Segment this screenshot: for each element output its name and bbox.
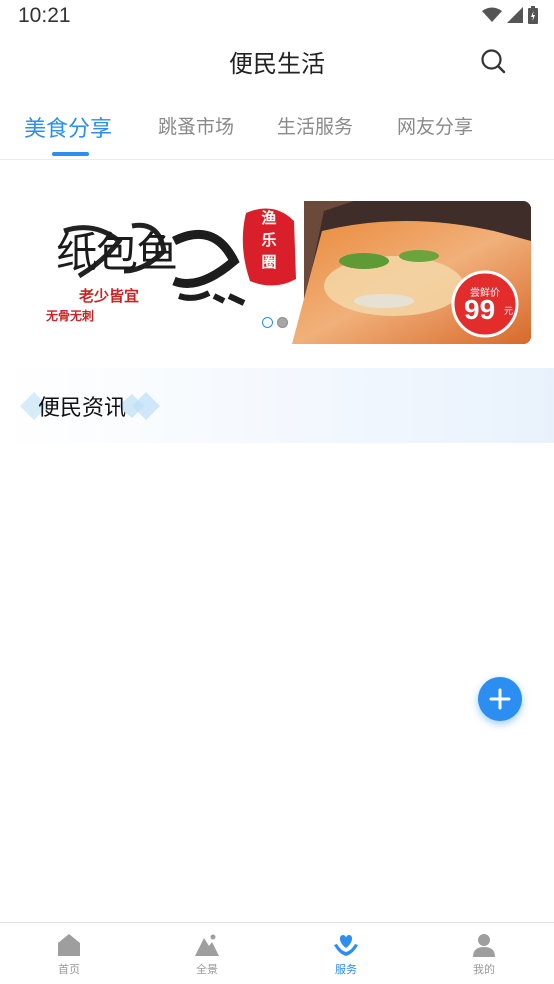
- news-title-wrap: 便民资讯: [24, 390, 140, 421]
- price-unit: 元: [504, 307, 514, 317]
- tab-flea-market[interactable]: 跳蚤市场: [158, 112, 234, 139]
- search-button[interactable]: [478, 46, 508, 76]
- category-tabs: 美食分享 跳蚤市场 生活服务 网友分享: [0, 100, 554, 160]
- active-tab-indicator: [52, 152, 89, 156]
- nav-item-profile[interactable]: 我的: [415, 923, 553, 984]
- plus-icon: [489, 688, 511, 710]
- nav-label: 我的: [473, 963, 495, 976]
- banner-headline: 纸包鱼: [56, 228, 178, 277]
- banner-pagination: [262, 317, 288, 328]
- pagination-dot-active[interactable]: [262, 317, 273, 328]
- tab-netizen-share[interactable]: 网友分享: [397, 112, 473, 139]
- banner-slogan: 老少皆宜: [79, 287, 140, 305]
- home-icon: [55, 931, 83, 959]
- banner-tagline: 无骨无刺: [46, 309, 95, 323]
- nav-item-service[interactable]: 服务: [277, 923, 415, 984]
- nav-item-home[interactable]: 首页: [0, 923, 138, 984]
- pagination-dot[interactable]: [277, 317, 288, 328]
- price-value: 99: [464, 294, 496, 325]
- bottom-nav: 首页 全景 服务 我的: [0, 922, 554, 984]
- nav-label: 首页: [58, 963, 80, 976]
- battery-icon: [528, 6, 538, 24]
- status-icons: [482, 6, 538, 24]
- status-bar: 10:21: [0, 0, 554, 34]
- wifi-icon: [482, 7, 502, 22]
- user-icon: [470, 931, 498, 959]
- news-section-header: 便民资讯: [0, 368, 554, 443]
- seal-char: 圈: [261, 253, 277, 271]
- seal-char: 乐: [261, 231, 277, 249]
- nav-label: 全景: [196, 963, 218, 976]
- nav-label: 服务: [335, 963, 357, 976]
- page-title: 便民生活: [229, 50, 325, 78]
- service-icon: [332, 931, 360, 959]
- section-title: 便民资讯: [38, 396, 127, 421]
- seal-char: 渔: [261, 209, 277, 227]
- panorama-icon: [193, 931, 221, 959]
- add-button[interactable]: [478, 677, 522, 721]
- signal-icon: [507, 7, 523, 23]
- nav-item-panorama[interactable]: 全景: [138, 923, 276, 984]
- banner-seal: 渔 乐 圈: [256, 207, 282, 273]
- search-icon: [481, 49, 506, 74]
- tab-life-services[interactable]: 生活服务: [277, 112, 353, 139]
- app-bar: 便民生活: [0, 34, 554, 90]
- tab-food-share[interactable]: 美食分享: [24, 111, 112, 143]
- status-time: 10:21: [18, 4, 71, 27]
